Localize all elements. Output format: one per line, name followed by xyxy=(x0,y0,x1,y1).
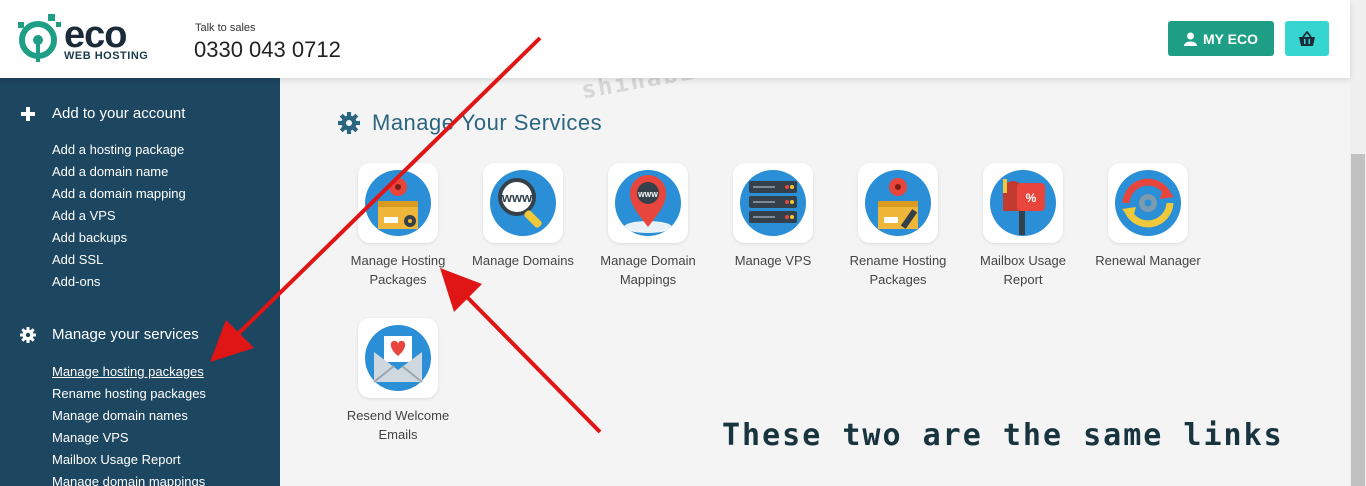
annotation-callout: These two are the same links xyxy=(722,418,1284,453)
sidebar: Add to your account Add a hosting packag… xyxy=(0,78,280,486)
svg-text:WWW: WWW xyxy=(638,192,658,199)
hosting-box-pencil-icon xyxy=(865,170,931,236)
manage-section-heading: Manage your services xyxy=(20,326,199,343)
svg-text:www: www xyxy=(501,190,533,205)
gear-icon xyxy=(338,112,360,134)
hosting-box-icon xyxy=(365,170,431,236)
tile-icon-box xyxy=(858,163,938,243)
tile-icon-box: WWW xyxy=(608,163,688,243)
tile-label: Manage Domains xyxy=(472,253,574,268)
sidebar-item-add-vps[interactable]: Add a VPS xyxy=(52,205,186,227)
sidebar-item-add-backups[interactable]: Add backups xyxy=(52,227,186,249)
tile-icon-box xyxy=(358,318,438,398)
sidebar-item-add-ssl[interactable]: Add SSL xyxy=(52,249,186,271)
sidebar-item-add-domain-mapping[interactable]: Add a domain mapping xyxy=(52,183,186,205)
tile-manage-domain-mappings[interactable]: WWW Manage Domain Mappings xyxy=(586,163,710,289)
www-map-pin-icon: WWW xyxy=(615,170,681,236)
page-scrollbar-thumb[interactable] xyxy=(1351,154,1365,486)
user-icon xyxy=(1184,32,1197,46)
sidebar-item-rename-hosting[interactable]: Rename hosting packages xyxy=(52,383,206,405)
tile-label: Resend Welcome Emails xyxy=(346,408,450,442)
sidebar-item-manage-hosting[interactable]: Manage hosting packages xyxy=(52,361,206,383)
tile-icon-box: % xyxy=(983,163,1063,243)
sidebar-item-mailbox-report[interactable]: Mailbox Usage Report xyxy=(52,449,206,471)
plus-icon xyxy=(20,106,36,122)
eco-logo[interactable]: eco WEB HOSTING xyxy=(18,12,158,64)
site-header: eco WEB HOSTING Talk to sales 0330 043 0… xyxy=(0,0,1350,78)
svg-text:%: % xyxy=(1026,191,1037,205)
renewal-cycle-icon xyxy=(1115,170,1181,236)
my-eco-button[interactable]: MY ECO xyxy=(1168,21,1274,56)
tile-icon-box xyxy=(358,163,438,243)
mailbox-icon: % xyxy=(990,170,1056,236)
page-title-text: Manage Your Services xyxy=(372,110,603,135)
manage-section-list: Manage hosting packages Rename hosting p… xyxy=(52,361,206,486)
www-magnifier-icon: www xyxy=(490,170,556,236)
server-rack-icon xyxy=(740,170,806,236)
cart-button[interactable] xyxy=(1285,21,1329,56)
sales-label: Talk to sales xyxy=(195,22,256,34)
tile-label: Manage Hosting Packages xyxy=(350,253,446,287)
sidebar-item-manage-domain-mappings[interactable]: Manage domain mappings xyxy=(52,471,206,486)
gear-icon xyxy=(20,326,36,343)
tile-rename-hosting[interactable]: Rename Hosting Packages xyxy=(836,163,960,289)
manage-section-title: Manage your services xyxy=(52,326,199,343)
page-title: Manage Your Services xyxy=(338,110,602,136)
logo-leaf-icon xyxy=(18,14,61,62)
my-eco-label: MY ECO xyxy=(1203,30,1258,47)
tile-label: Renewal Manager xyxy=(1095,253,1201,268)
add-section-list: Add a hosting package Add a domain name … xyxy=(52,139,186,293)
sales-phone[interactable]: 0330 043 0712 xyxy=(194,37,341,63)
add-section-heading: Add to your account xyxy=(20,105,185,122)
tile-label: Manage Domain Mappings xyxy=(600,253,696,287)
tile-manage-vps[interactable]: Manage VPS xyxy=(711,163,835,270)
sidebar-item-add-ons[interactable]: Add-ons xyxy=(52,271,186,293)
tile-icon-box xyxy=(733,163,813,243)
tile-manage-hosting[interactable]: Manage Hosting Packages xyxy=(336,163,460,289)
sidebar-item-add-domain[interactable]: Add a domain name xyxy=(52,161,186,183)
tile-manage-domains[interactable]: www Manage Domains xyxy=(461,163,585,270)
basket-icon xyxy=(1299,30,1315,46)
tile-mailbox-report[interactable]: % Mailbox Usage Report xyxy=(961,163,1085,289)
tile-icon-box: www xyxy=(483,163,563,243)
sidebar-item-manage-domains[interactable]: Manage domain names xyxy=(52,405,206,427)
tile-label: Rename Hosting Packages xyxy=(849,253,947,287)
tile-icon-box xyxy=(1108,163,1188,243)
sidebar-item-manage-vps[interactable]: Manage VPS xyxy=(52,427,206,449)
add-section-title: Add to your account xyxy=(52,105,186,122)
envelope-heart-icon xyxy=(365,325,431,391)
tile-label: Mailbox Usage Report xyxy=(980,253,1066,287)
arrow-to-hosting-tile xyxy=(440,268,602,434)
sidebar-item-add-hosting[interactable]: Add a hosting package xyxy=(52,139,186,161)
logo-subtitle: WEB HOSTING xyxy=(64,50,149,62)
tile-label: Manage VPS xyxy=(734,253,812,268)
tile-resend-welcome[interactable]: Resend Welcome Emails xyxy=(336,318,460,444)
tile-renewal-manager[interactable]: Renewal Manager xyxy=(1086,163,1210,270)
